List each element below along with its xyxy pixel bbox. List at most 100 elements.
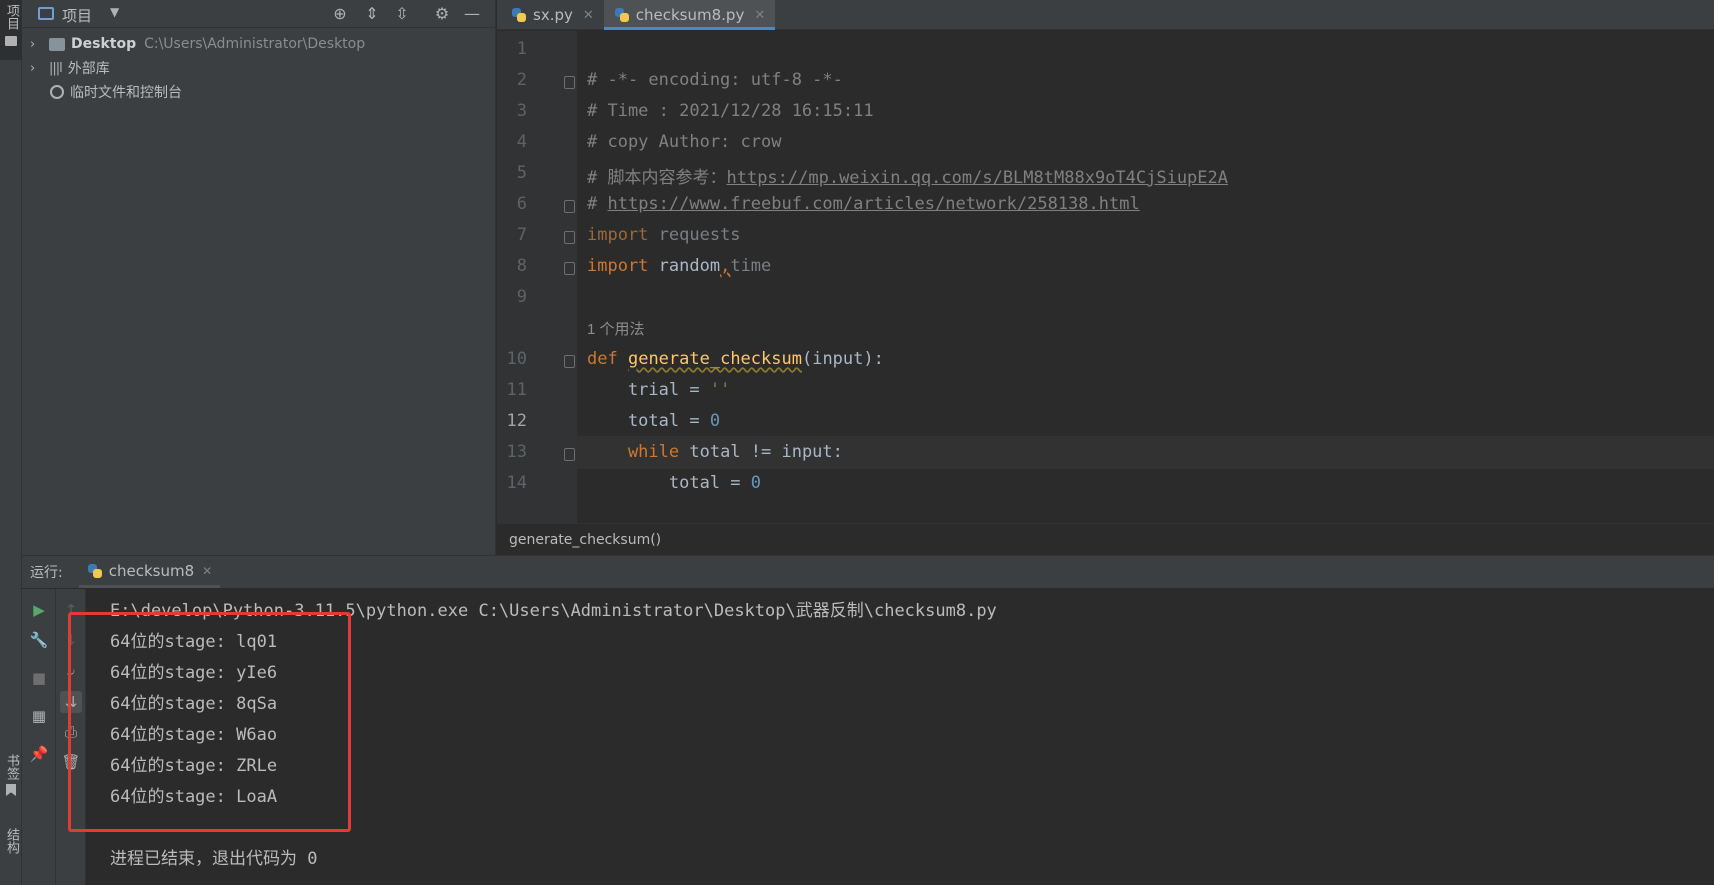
code-text: requests — [648, 225, 741, 245]
editor-tab-sx[interactable]: sx.py ✕ — [497, 0, 604, 30]
chevron-right-icon[interactable]: › — [30, 61, 44, 76]
line-number: 8 — [516, 256, 527, 276]
locate-icon[interactable]: ⊕ — [330, 4, 350, 24]
project-panel-header: 项目 ▼ ⊕ ⇕ ⇳ ⚙ — — [22, 0, 496, 28]
wrench-icon[interactable]: 🔧 — [28, 629, 50, 651]
bookmark-icon — [6, 784, 16, 796]
number-literal: 0 — [750, 473, 762, 493]
tree-item-desktop[interactable]: › Desktop C:\Users\Administrator\Desktop — [22, 32, 365, 56]
gear-icon[interactable]: ⚙ — [432, 4, 452, 24]
line-number: 6 — [516, 194, 527, 214]
tree-item-external-libraries[interactable]: › |||l 外部库 — [22, 56, 110, 80]
code-text: random — [648, 256, 721, 276]
editor-tab-label: checksum8.py — [635, 6, 745, 24]
comment-text: # 脚本内容参考： — [587, 168, 727, 188]
line-number: 4 — [516, 132, 527, 152]
code-text: time — [730, 256, 772, 276]
line-number: 14 — [506, 473, 527, 493]
fold-marker-icon[interactable] — [564, 448, 575, 461]
expand-all-icon[interactable]: ⇕ — [362, 4, 382, 24]
structure-tool-tab[interactable]: 结构 — [0, 828, 22, 882]
close-icon[interactable]: ✕ — [754, 8, 765, 23]
run-panel-header: 运行: checksum8 ✕ — [22, 556, 1714, 588]
tree-item-scratches[interactable]: 临时文件和控制台 — [22, 80, 182, 104]
comment-link[interactable]: https://mp.weixin.qq.com/s/BLM8tM88x9oT4… — [726, 168, 1228, 188]
fold-marker-icon[interactable] — [564, 355, 575, 368]
project-tool-tab-label: 项目 — [4, 4, 19, 30]
fold-marker-icon[interactable] — [564, 231, 575, 244]
function-name: generate_checksum — [627, 349, 802, 369]
editor: sx.py ✕ checksum8.py ✕ 1 2 3 4 5 6 7 8 9… — [497, 0, 1714, 555]
breadcrumb: generate_checksum() — [497, 523, 1714, 555]
scratches-icon — [50, 85, 64, 99]
usage-hint[interactable]: 1 个用法 — [587, 318, 645, 339]
editor-tab-checksum8[interactable]: checksum8.py ✕ — [603, 0, 776, 30]
code-line-7: import requests — [587, 225, 741, 245]
keyword: def — [587, 349, 618, 369]
close-icon[interactable]: ✕ — [583, 8, 594, 23]
chevron-down-icon[interactable]: ▼ — [110, 5, 119, 19]
tree-item-path: C:\Users\Administrator\Desktop — [144, 36, 366, 52]
comment-link[interactable]: https://www.freebuf.com/articles/network… — [607, 194, 1139, 214]
structure-tool-tab-label: 结构 — [4, 828, 19, 854]
project-panel-title[interactable]: 项目 — [62, 5, 92, 26]
run-tab-checksum8[interactable]: checksum8 ✕ — [78, 556, 221, 588]
code-text: (input): — [801, 349, 884, 369]
project-tool-tab[interactable]: 项目 — [0, 0, 22, 60]
line-number: 13 — [506, 442, 527, 462]
fold-marker-icon[interactable] — [564, 76, 575, 89]
code-line-2: # -*- encoding: utf-8 -*- — [587, 70, 843, 90]
code-line-3: # Time : 2021/12/28 16:15:11 — [587, 101, 874, 121]
keyword: import — [587, 256, 649, 276]
line-number: 10 — [506, 349, 527, 369]
line-number: 5 — [516, 163, 527, 183]
line-number: 1 — [516, 39, 527, 59]
editor-tab-label: sx.py — [533, 6, 573, 24]
code-line-14: total = 0 — [587, 473, 761, 493]
fold-marker-icon[interactable] — [564, 200, 575, 213]
bookmarks-tool-tab-label: 书签 — [4, 754, 19, 780]
breadcrumb-item[interactable]: generate_checksum() — [509, 532, 661, 548]
code-line-4: # copy Author: crow — [587, 132, 782, 152]
close-icon[interactable]: ✕ — [202, 564, 212, 578]
rerun-icon[interactable]: ▶ — [28, 599, 50, 621]
code-line-6: # https://www.freebuf.com/articles/netwo… — [587, 194, 1140, 214]
stop-icon[interactable]: ■ — [28, 667, 50, 689]
line-number-current: 12 — [506, 411, 527, 431]
python-file-icon — [511, 7, 527, 23]
project-panel: 项目 ▼ ⊕ ⇕ ⇳ ⚙ — › Desktop C:\Users\Admini… — [22, 0, 496, 555]
code-text: , — [720, 256, 731, 276]
python-file-icon — [87, 563, 103, 579]
chevron-right-icon[interactable]: › — [30, 37, 44, 52]
library-icon: |||l — [49, 60, 63, 76]
folder-icon — [49, 37, 65, 51]
code-line-11: trial = '' — [587, 380, 730, 400]
editor-tabbar: sx.py ✕ checksum8.py ✕ — [497, 0, 1714, 30]
console-exit-line: 进程已结束，退出代码为 0 — [110, 849, 318, 869]
line-number: 3 — [516, 101, 527, 121]
code-text: trial = — [587, 380, 710, 400]
run-panel-label: 运行: — [30, 565, 63, 581]
code-area[interactable]: # -*- encoding: utf-8 -*- # Time : 2021/… — [577, 31, 1714, 523]
tree-item-name: 临时文件和控制台 — [70, 85, 182, 101]
run-toolbar-primary: ▶ 🔧 ■ ▦ 📌 — [22, 589, 56, 885]
tree-item-name: 外部库 — [67, 61, 110, 77]
tree-item-name: Desktop — [71, 36, 137, 52]
code-line-13: while total != input: — [587, 442, 843, 462]
code-line-5: # 脚本内容参考：https://mp.weixin.qq.com/s/BLM8… — [587, 163, 1228, 188]
code-text: total = — [587, 411, 710, 431]
line-number-gutter: 1 2 3 4 5 6 7 8 9 10 11 12 13 14 — [497, 31, 577, 523]
code-line-12: total = 0 — [587, 411, 720, 431]
code-line-10: def generate_checksum(input): — [587, 349, 884, 369]
code-text: total != input: — [679, 442, 843, 462]
minimize-icon[interactable]: — — [462, 4, 482, 24]
fold-marker-icon[interactable] — [564, 262, 575, 275]
layout-icon[interactable]: ▦ — [28, 705, 50, 727]
line-number: 11 — [506, 380, 527, 400]
keyword: import — [587, 225, 649, 245]
collapse-all-icon[interactable]: ⇳ — [392, 4, 412, 24]
run-tab-label: checksum8 — [108, 561, 195, 580]
bookmarks-tool-tab[interactable]: 书签 — [0, 754, 22, 808]
left-tool-strip: 项目 书签 结构 — [0, 0, 22, 885]
pin-icon[interactable]: 📌 — [28, 743, 50, 765]
